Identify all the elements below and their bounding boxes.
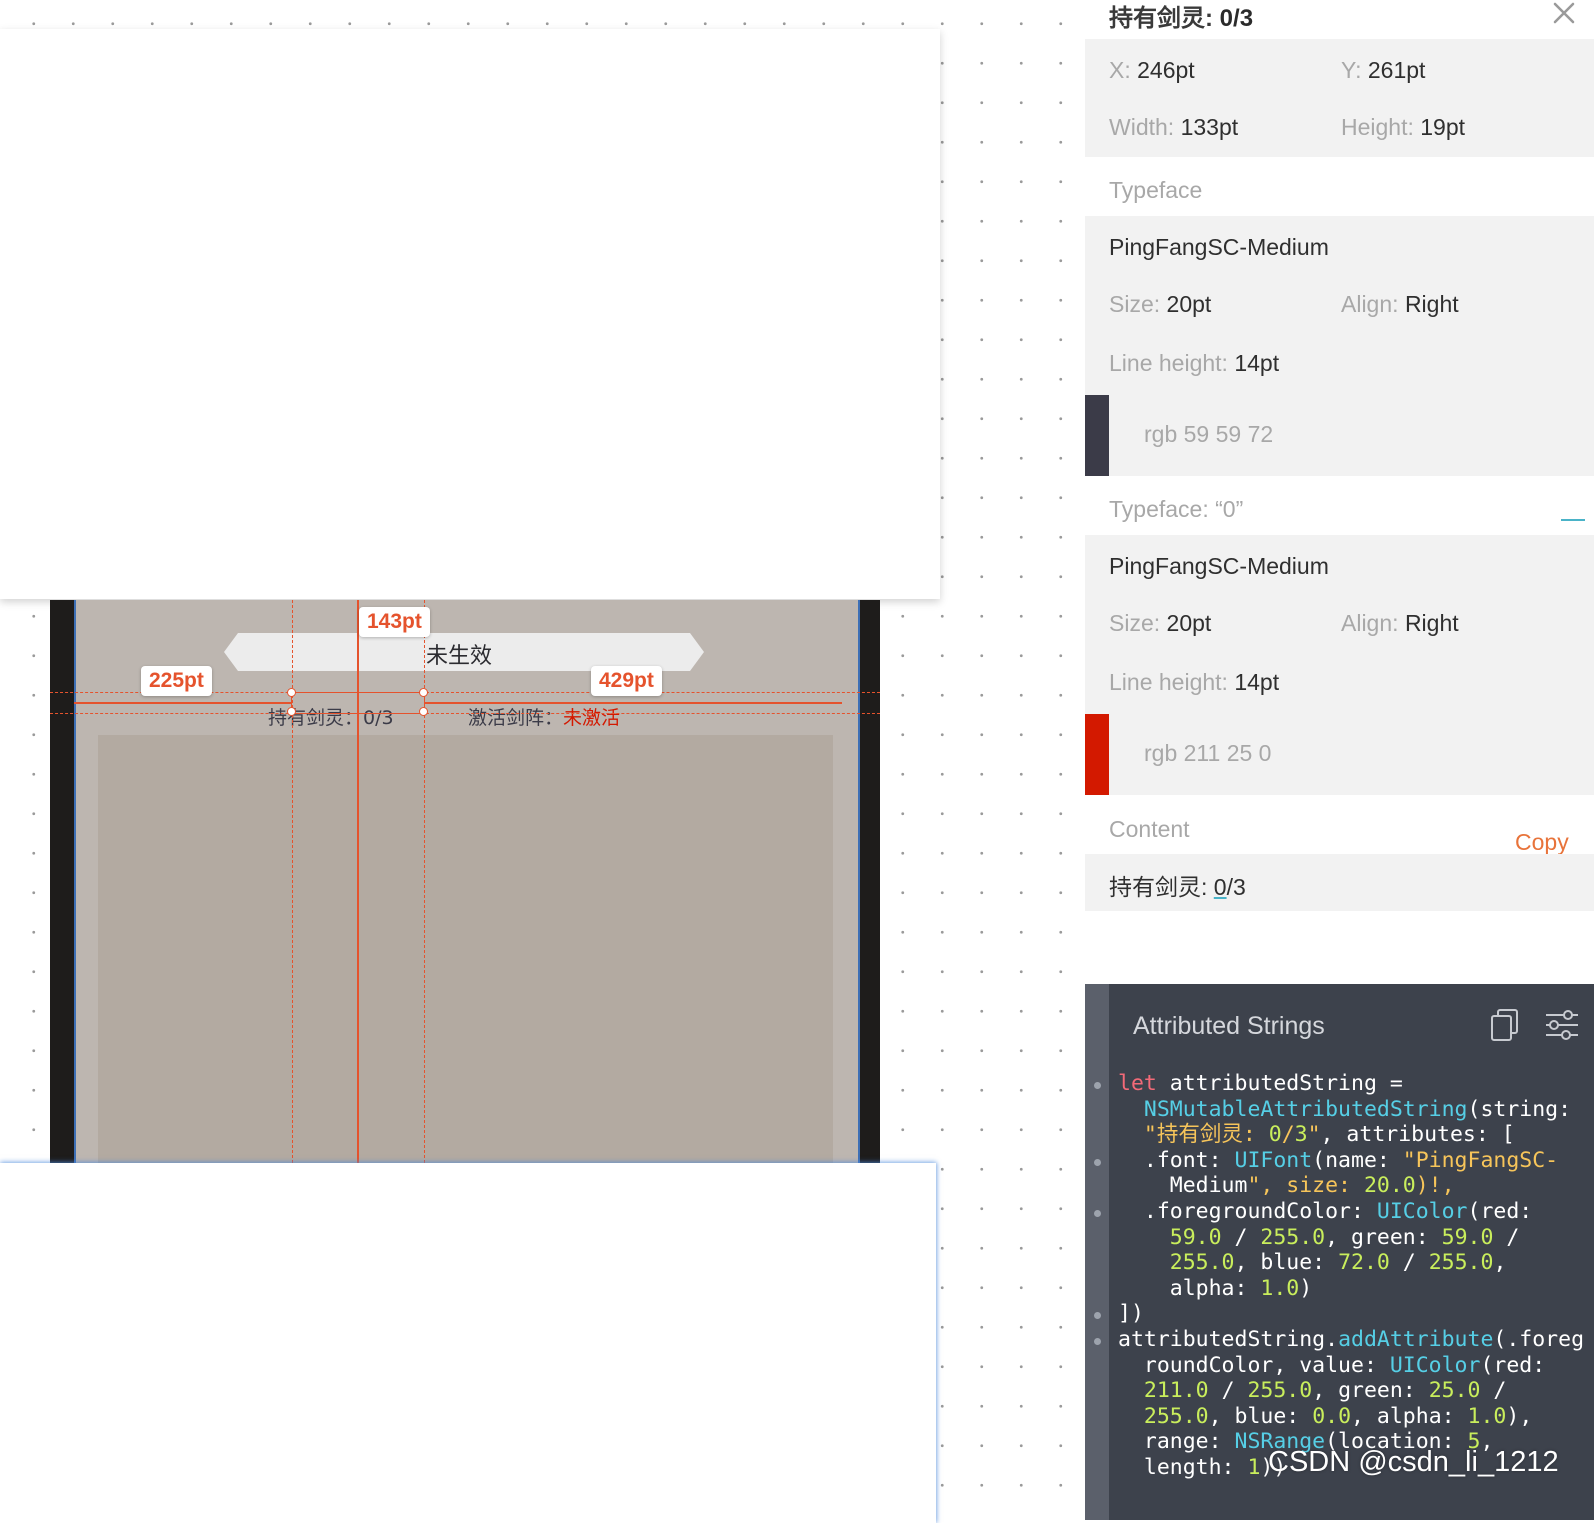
content-panel xyxy=(98,735,833,1165)
watermark: CSDN @csdn_li_1212 xyxy=(1268,1446,1559,1478)
code-line: roundColor, value: UIColor(red: xyxy=(1118,1352,1546,1378)
line-height-field[interactable]: Line height: 14pt xyxy=(1109,350,1279,377)
font-size-field[interactable]: Size: 20pt xyxy=(1109,291,1211,318)
selection-handle[interactable] xyxy=(419,688,428,697)
code-line: ]) xyxy=(1118,1301,1144,1327)
code-line: let attributedString = xyxy=(1118,1071,1403,1096)
y-field[interactable]: Y: 261pt xyxy=(1341,57,1425,84)
code-panel: Attributed Strings let attributedString … xyxy=(1085,984,1594,1520)
font-name[interactable]: PingFangSC-Medium xyxy=(1109,234,1329,261)
height-field[interactable]: Height: 19pt xyxy=(1341,114,1465,141)
code-block[interactable]: let attributedString = NSMutableAttribut… xyxy=(1118,1071,1584,1481)
typeface-zero-header: Typeface: “0” xyxy=(1109,496,1244,522)
color-value[interactable]: rgb 59 59 72 xyxy=(1144,421,1273,448)
code-line: "持有剑灵: 0/3", attributes: [ xyxy=(1143,1122,1515,1148)
formation-status-text[interactable]: 激活剑阵：未激活 xyxy=(468,703,620,730)
inspector-panel: 持有剑灵: 0/3 X: 246pt Y: 261pt Width: 133pt… xyxy=(1085,0,1594,1520)
line-marker xyxy=(1094,1338,1101,1345)
layer-title: 持有剑灵: 0/3 xyxy=(1109,0,1253,33)
content-header: Content xyxy=(1109,816,1190,842)
height-value: 19pt xyxy=(1420,114,1466,140)
copy-icon[interactable] xyxy=(1489,1008,1521,1042)
align-field[interactable]: Align: Right xyxy=(1341,291,1459,318)
content-section: 持有剑灵: 0/3 xyxy=(1085,854,1594,911)
y-value: 261pt xyxy=(1367,57,1426,83)
code-line: 255.0, blue: 72.0 / 255.0, xyxy=(1169,1250,1507,1276)
measure-label-left: 225pt xyxy=(141,666,212,696)
line-marker xyxy=(1094,1210,1101,1217)
measure-vertical-line xyxy=(357,600,359,1163)
code-line: NSMutableAttributedString(string: xyxy=(1143,1096,1572,1122)
code-line: .foregroundColor: UIColor(red: xyxy=(1118,1198,1533,1224)
guide-bottom-dashed xyxy=(50,713,880,714)
artboard-bottom[interactable] xyxy=(0,1163,936,1523)
color-value[interactable]: rgb 211 25 0 xyxy=(1144,740,1271,767)
layer-title-label: 持有剑灵: xyxy=(1109,5,1220,32)
formation-status-label: 激活剑阵： xyxy=(468,707,564,729)
copy-button[interactable]: Copy xyxy=(1515,829,1569,856)
width-field[interactable]: Width: 133pt xyxy=(1109,114,1238,141)
guide-right-dashed xyxy=(424,600,425,1163)
code-panel-title: Attributed Strings xyxy=(1133,1012,1325,1040)
layer-title-value: 0/3 xyxy=(1219,5,1254,32)
settings-sliders-icon[interactable] xyxy=(1544,1008,1580,1042)
typeface-header: Typeface xyxy=(1109,177,1203,203)
typeface-section: PingFangSC-Medium Size: 20pt Align: Righ… xyxy=(1085,216,1594,476)
align-field[interactable]: Align: Right xyxy=(1341,610,1459,637)
x-field[interactable]: X: 246pt xyxy=(1109,57,1195,84)
code-line: 255.0, blue: 0.0, alpha: 1.0), xyxy=(1143,1403,1533,1429)
line-marker xyxy=(1094,1159,1101,1166)
color-swatch[interactable] xyxy=(1085,714,1109,795)
banner-text: 未生效 xyxy=(426,644,493,669)
code-line: .font: UIFont(name: "PingFangSC- xyxy=(1118,1147,1559,1173)
width-value: 133pt xyxy=(1180,114,1239,140)
content-text[interactable]: 持有剑灵: 0/3 xyxy=(1109,868,1246,902)
geometry-section: X: 246pt Y: 261pt Width: 133pt Height: 1… xyxy=(1085,39,1594,157)
design-canvas[interactable]: 未生效 持有剑灵：0/3 激活剑阵：未激活 143pt 225pt 429pt xyxy=(0,0,1085,1523)
code-line: attributedString.addAttribute(.foreg xyxy=(1118,1326,1585,1352)
selection-box[interactable] xyxy=(291,692,425,714)
measure-right-line xyxy=(424,702,842,704)
code-line: 211.0 / 255.0, green: 25.0 / xyxy=(1143,1378,1507,1404)
font-size-field[interactable]: Size: 20pt xyxy=(1109,610,1211,637)
font-name[interactable]: PingFangSC-Medium xyxy=(1109,553,1329,580)
expand-indicator[interactable] xyxy=(1561,519,1585,521)
measure-label-right: 429pt xyxy=(591,666,662,696)
artboard-top[interactable] xyxy=(0,29,940,599)
measure-label-top: 143pt xyxy=(359,607,430,637)
guide-left-dashed xyxy=(292,600,293,1163)
color-swatch[interactable] xyxy=(1085,395,1109,476)
code-line: alpha: 1.0) xyxy=(1118,1275,1313,1301)
line-height-field[interactable]: Line height: 14pt xyxy=(1109,669,1279,696)
line-marker xyxy=(1094,1082,1101,1089)
formation-status-value: 未激活 xyxy=(563,707,621,729)
code-line: length: 1)) xyxy=(1118,1454,1287,1480)
x-value: 246pt xyxy=(1137,57,1195,83)
line-marker xyxy=(1094,1312,1101,1319)
typeface-zero-section: PingFangSC-Medium Size: 20pt Align: Righ… xyxy=(1085,535,1594,795)
close-icon[interactable] xyxy=(1551,0,1577,26)
selection-handle[interactable] xyxy=(287,707,296,716)
code-line: 59.0 / 255.0, green: 59.0 / xyxy=(1169,1224,1520,1250)
code-line: Medium", size: 20.0)!, xyxy=(1118,1173,1455,1199)
measure-left-line xyxy=(74,702,292,704)
code-gutter xyxy=(1085,984,1109,1520)
selection-handle[interactable] xyxy=(419,707,428,716)
selection-handle[interactable] xyxy=(287,688,296,697)
